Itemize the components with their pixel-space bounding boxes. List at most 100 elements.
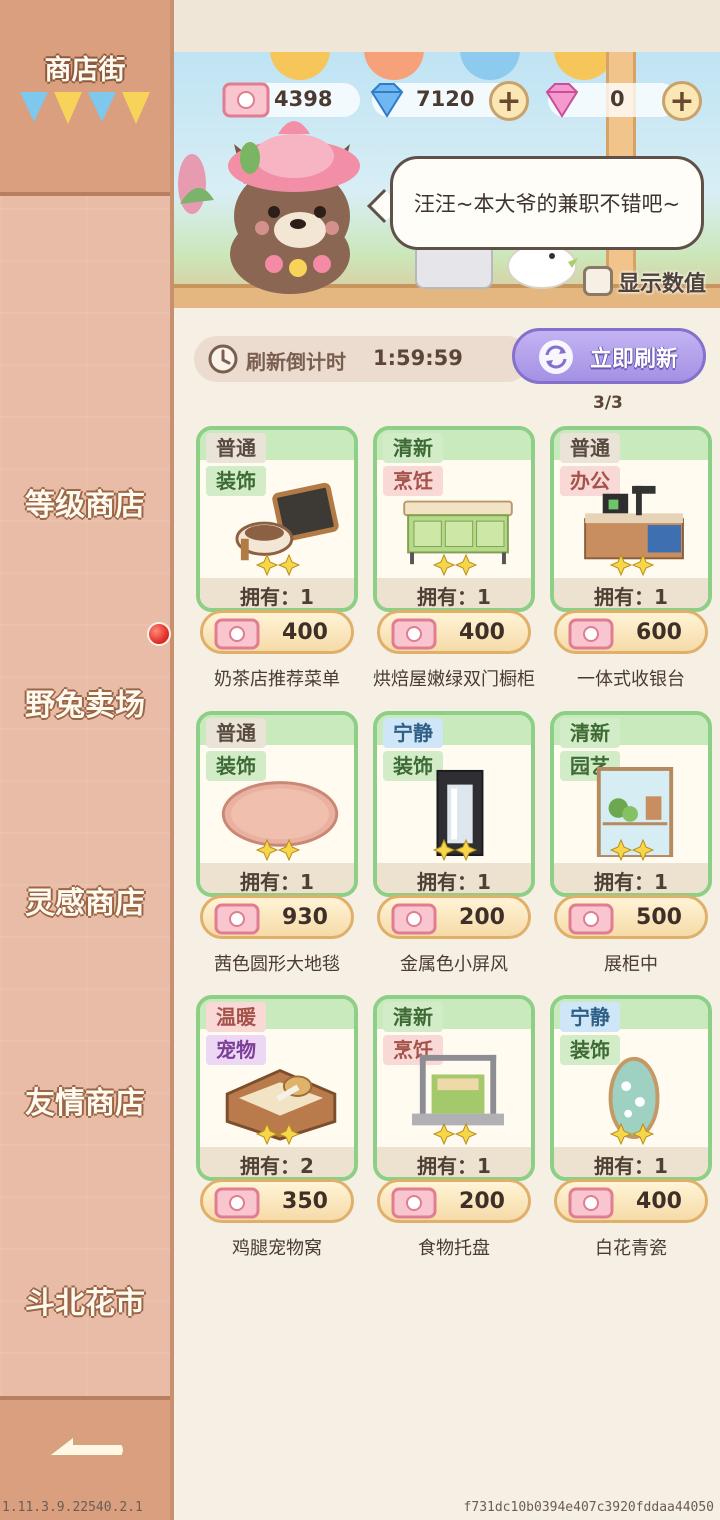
add-diamond-button[interactable]: + [489,81,529,121]
banner-flag [460,52,520,80]
ticket-icon [214,1187,260,1219]
show-values-checkbox[interactable] [583,266,613,296]
price-value: 200 [459,905,505,930]
buy-price-button[interactable]: 930 [200,895,354,939]
ticket-icon [391,618,437,650]
item-name: 烘焙屋嫩绿双门橱柜 [373,669,535,690]
sidebar-item-flower-market[interactable]: 斗北花市 [0,1278,170,1322]
item-name: 奶茶店推荐菜单 [214,669,340,690]
item-name: 一体式收银台 [577,669,685,690]
gem-balance: 0 [610,87,625,111]
refresh-count: 3/3 [593,393,623,413]
diamond-balance: 7120 [416,87,475,111]
price-value: 350 [282,1189,328,1214]
style-tag: 宁静 [383,718,443,748]
item-card[interactable]: 普通 装饰 拥有：1 [196,711,358,897]
add-gem-button[interactable]: + [662,81,702,121]
item-card[interactable]: 清新 园艺 拥有：1 [550,711,712,897]
owned-count: 拥有：1 [594,1154,668,1178]
buy-price-button[interactable]: 400 [377,610,531,654]
owned-count: 拥有：1 [594,585,668,609]
owned-count: 拥有：1 [594,870,668,894]
pink-gem-icon [545,83,579,118]
style-tag: 普通 [206,433,266,463]
owned-count: 拥有：1 [417,870,491,894]
owned-count: 拥有：1 [417,585,491,609]
item-name: 展柜中 [604,954,658,975]
ticket-icon [391,903,437,935]
buy-price-button[interactable]: 200 [377,895,531,939]
quality-stars-icon [610,839,654,861]
ticket-icon [568,618,614,650]
ticket-icon [391,1187,437,1219]
ticket-icon [214,903,260,935]
style-tag: 清新 [560,718,620,748]
quality-stars-icon [433,839,477,861]
ticket-icon [214,618,260,650]
item-card[interactable]: 普通 装饰 拥有：1 [196,426,358,612]
banner-flag [364,52,424,80]
speech-bubble: 汪汪~本大爷的兼职不错吧~ [390,156,704,250]
price-value: 400 [282,620,328,645]
owned-count: 拥有：1 [417,1154,491,1178]
owned-count: 拥有：1 [240,585,314,609]
show-values-label: 显示数值 [618,272,707,297]
item-card[interactable]: 普通 办公 拥有：1 [550,426,712,612]
price-value: 500 [636,905,682,930]
style-tag: 普通 [206,718,266,748]
sidebar-item-friendship-shop[interactable]: 友情商店 [0,1078,170,1122]
buy-price-button[interactable]: 400 [554,1179,708,1223]
version-label: 1.11.3.9.22540.2.1 [2,1500,143,1515]
sidebar-item-inspiration-shop[interactable]: 灵感商店 [0,878,170,922]
refresh-now-label: 立即刷新 [590,347,679,372]
style-tag: 清新 [383,433,443,463]
price-value: 600 [636,620,682,645]
banner-flag [270,52,330,80]
item-card[interactable]: 宁静 装饰 拥有：1 [550,995,712,1181]
price-value: 400 [636,1189,682,1214]
refresh-countdown-label: 刷新倒计时 [246,350,346,374]
quality-stars-icon [610,1123,654,1145]
clock-icon [208,344,238,374]
item-name: 鸡腿宠物窝 [232,1238,322,1259]
quality-stars-icon [610,554,654,576]
refresh-countdown-time: 1:59:59 [373,346,463,370]
style-tag: 宁静 [560,1002,620,1032]
style-tag: 清新 [383,1002,443,1032]
buy-price-button[interactable]: 200 [377,1179,531,1223]
quality-stars-icon [256,1123,300,1145]
diamond-icon [370,83,404,118]
quality-stars-icon [433,1123,477,1145]
notification-dot [147,622,171,646]
sidebar-item-rabbit-market[interactable]: 野兔卖场 [0,680,170,724]
quality-stars-icon [433,554,477,576]
buy-price-button[interactable]: 500 [554,895,708,939]
price-value: 400 [459,620,505,645]
refresh-icon [539,340,573,374]
ticket-icon [568,903,614,935]
buy-price-button[interactable]: 400 [200,610,354,654]
sidebar-title: 商店街 [44,55,126,86]
sidebar-item-level-shop[interactable]: 等级商店 [0,480,170,524]
ticket-icon [568,1187,614,1219]
item-card[interactable]: 清新 烹饪 拥有：1 [373,426,535,612]
price-value: 930 [282,905,328,930]
buy-price-button[interactable]: 600 [554,610,708,654]
back-arrow-icon[interactable] [44,1428,128,1464]
item-name: 金属色小屏风 [400,954,508,975]
item-card[interactable]: 清新 烹饪 拥有：1 [373,995,535,1181]
quality-stars-icon [256,554,300,576]
item-card[interactable]: 宁静 装饰 拥有：1 [373,711,535,897]
refresh-countdown-bar [194,336,530,382]
bunting-flags-icon [20,92,150,124]
item-name: 茜色圆形大地毯 [214,954,340,975]
style-tag: 普通 [560,433,620,463]
ticket-icon [222,82,270,118]
item-name: 食物托盘 [418,1238,490,1259]
owned-count: 拥有：2 [240,1154,314,1178]
buy-price-button[interactable]: 350 [200,1179,354,1223]
item-card[interactable]: 温暖 宠物 拥有：2 [196,995,358,1181]
ticket-balance: 4398 [274,87,333,111]
owned-count: 拥有：1 [240,870,314,894]
style-tag: 温暖 [206,1002,266,1032]
